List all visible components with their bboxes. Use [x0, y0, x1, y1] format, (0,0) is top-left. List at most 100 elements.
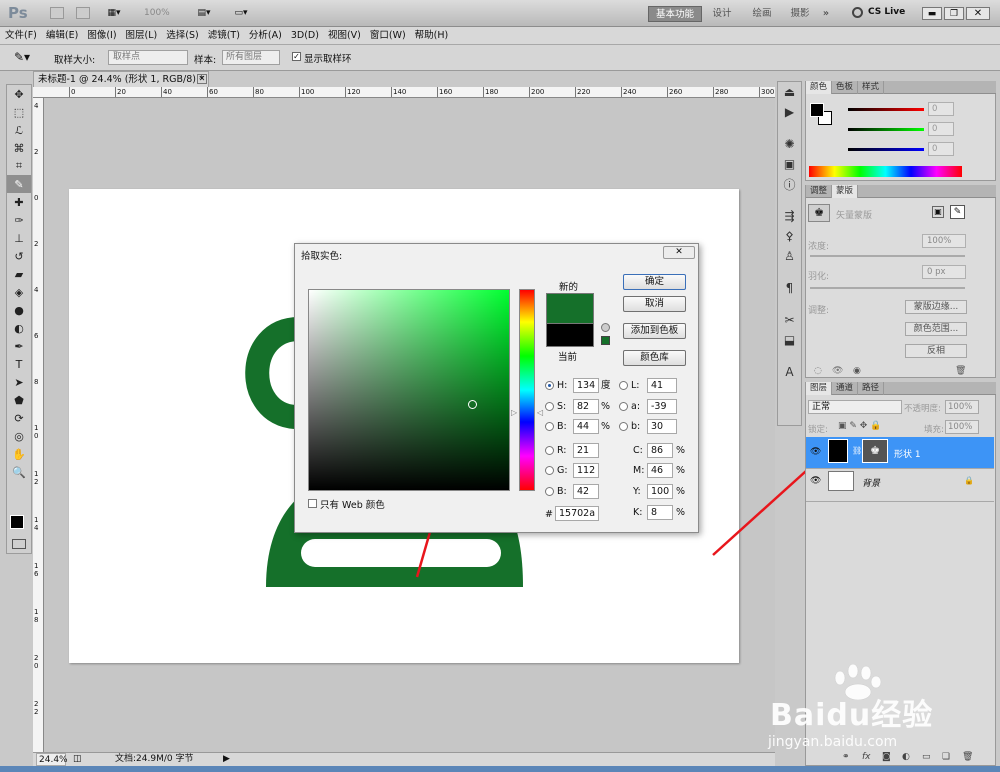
watermark-url: jingyan.baidu.com — [768, 734, 898, 750]
lightness-radio[interactable] — [619, 381, 628, 390]
saturation-brightness-field[interactable] — [308, 289, 510, 491]
blue-slider[interactable] — [848, 148, 924, 151]
hue-radio[interactable] — [545, 381, 554, 390]
tab-layers[interactable]: 图层 — [806, 382, 833, 395]
tab-masks[interactable]: 蒙版 — [832, 185, 859, 198]
tab-paths[interactable]: 路径 — [858, 382, 885, 395]
tab-channels[interactable]: 通道 — [832, 382, 859, 395]
layer-row-background[interactable]: 👁 背景 🔒 — [806, 470, 994, 502]
actions-panel-icon[interactable]: ▶ — [778, 102, 801, 122]
a-channel-radio[interactable] — [619, 402, 628, 411]
b-channel-radio[interactable] — [619, 422, 628, 431]
green-value-field[interactable]: 0 — [928, 122, 954, 136]
density-slider[interactable] — [810, 255, 965, 257]
red-field[interactable]: 21 — [573, 443, 599, 458]
delete-mask-icon[interactable]: 🗑 — [955, 366, 966, 376]
taskbar — [0, 766, 1000, 772]
tab-swatches[interactable]: 色板 — [832, 81, 859, 94]
3d-panel-icon[interactable]: ✺ — [778, 134, 801, 154]
layer-row-shape[interactable]: 👁 ⛓ ♚ 形状 1 — [806, 437, 994, 469]
ok-button[interactable]: 确定 — [623, 274, 686, 290]
red-slider[interactable] — [848, 108, 924, 111]
zoom-field[interactable]: 24.4% — [36, 753, 68, 766]
brightness-label: B: — [557, 421, 567, 432]
mask-edge-button[interactable]: 蒙版边缘... — [905, 300, 967, 314]
clone-source-icon[interactable]: ♙ — [778, 246, 801, 266]
feather-field[interactable]: 0 px — [922, 265, 966, 279]
status-menu-icon[interactable]: ◫ — [73, 753, 82, 766]
tab-adjustments[interactable]: 调整 — [806, 185, 833, 198]
red-value-field[interactable]: 0 — [928, 102, 954, 116]
navigator-panel-icon[interactable]: ▣ — [778, 154, 801, 174]
add-vector-mask-button[interactable]: ✎ — [950, 205, 965, 219]
invert-button[interactable]: 反相 — [905, 344, 967, 358]
tool-presets-icon[interactable]: ⚴ — [778, 226, 801, 246]
b-channel-field[interactable]: 30 — [647, 419, 677, 434]
color-range-button[interactable]: 颜色范围... — [905, 322, 967, 336]
layer-fill-thumbnail[interactable] — [828, 439, 848, 463]
tab-color[interactable]: 颜色 — [806, 81, 833, 94]
history-panel-icon[interactable]: ⏏ — [778, 82, 801, 102]
current-color-swatch[interactable] — [546, 323, 594, 347]
green-label: G: — [557, 465, 568, 476]
saturation-unit: % — [601, 401, 611, 412]
color-spectrum-bar[interactable] — [809, 166, 962, 177]
hex-field[interactable]: 15702a — [555, 506, 599, 521]
status-arrow-icon[interactable]: ▶ — [223, 753, 230, 766]
lock-icons[interactable]: ▣ ✎ ✥ 🔒 — [838, 421, 881, 431]
web-only-checkbox[interactable] — [308, 499, 317, 508]
layer-name[interactable]: 形状 1 — [894, 447, 921, 460]
density-field[interactable]: 100% — [922, 234, 966, 248]
feather-slider[interactable] — [810, 287, 965, 289]
blue-field[interactable]: 42 — [573, 484, 599, 499]
yellow-field[interactable]: 100 — [647, 484, 673, 499]
blue-value-field[interactable]: 0 — [928, 142, 954, 156]
opacity-field[interactable]: 100% — [945, 400, 979, 414]
layer-name[interactable]: 背景 — [862, 476, 880, 489]
tab-styles[interactable]: 样式 — [858, 81, 885, 94]
web-only-label: 只有 Web 颜色 — [320, 500, 385, 511]
saturation-field[interactable]: 82 — [573, 399, 599, 414]
panel-foreground-swatch[interactable] — [810, 103, 824, 117]
yellow-unit: % — [676, 486, 686, 497]
cyan-field[interactable]: 86 — [647, 443, 673, 458]
paragraph-panel-icon[interactable]: ¶ — [778, 278, 801, 298]
apply-mask-icon[interactable]: 👁 — [832, 366, 843, 376]
notes-panel-icon[interactable]: ⬓ — [778, 330, 801, 350]
a-channel-field[interactable]: -39 — [647, 399, 677, 414]
magenta-field[interactable]: 46 — [647, 463, 673, 478]
lightness-field[interactable]: 41 — [647, 378, 677, 393]
green-field[interactable]: 112 — [573, 463, 599, 478]
red-radio[interactable] — [545, 446, 554, 455]
brush-presets-icon[interactable]: ⇶ — [778, 206, 801, 226]
hue-slider[interactable] — [519, 289, 535, 491]
load-selection-icon[interactable]: ◌ — [814, 366, 822, 376]
black-field[interactable]: 8 — [647, 505, 673, 520]
color-libraries-button[interactable]: 颜色库 — [623, 350, 686, 366]
dialog-close-button[interactable]: ✕ — [663, 246, 695, 259]
visibility-eye-icon[interactable]: 👁 — [810, 476, 821, 486]
info-panel-icon[interactable]: ⓘ — [778, 174, 801, 194]
tools-preset-icon[interactable]: ✂ — [778, 310, 801, 330]
vector-mask-thumbnail[interactable]: ♚ — [862, 439, 888, 463]
blue-radio[interactable] — [545, 487, 554, 496]
fill-field[interactable]: 100% — [945, 420, 979, 434]
blend-mode-select[interactable]: 正常 — [808, 400, 902, 414]
hue-field[interactable]: 134 — [573, 378, 599, 393]
disable-mask-icon[interactable]: ◉ — [853, 366, 861, 376]
web-safe-swatch[interactable] — [601, 336, 610, 345]
add-to-swatches-button[interactable]: 添加到色板 — [623, 323, 686, 339]
character-panel-icon[interactable]: A — [778, 362, 801, 382]
cancel-button[interactable]: 取消 — [623, 296, 686, 312]
green-slider[interactable] — [848, 128, 924, 131]
visibility-eye-icon[interactable]: 👁 — [810, 447, 821, 457]
new-color-swatch — [546, 293, 594, 323]
green-radio[interactable] — [545, 466, 554, 475]
pixel-mask-button[interactable]: ▣ — [932, 206, 944, 218]
brightness-radio[interactable] — [545, 422, 554, 431]
brightness-field[interactable]: 44 — [573, 419, 599, 434]
saturation-radio[interactable] — [545, 402, 554, 411]
gamut-warning-icon[interactable] — [601, 323, 610, 332]
color-picker-dialog: 拾取实色: ✕ ▷ ◁ 新的 当前 确定 取消 添加到色板 颜色库 H: 134… — [294, 243, 699, 533]
background-thumbnail[interactable] — [828, 471, 854, 491]
